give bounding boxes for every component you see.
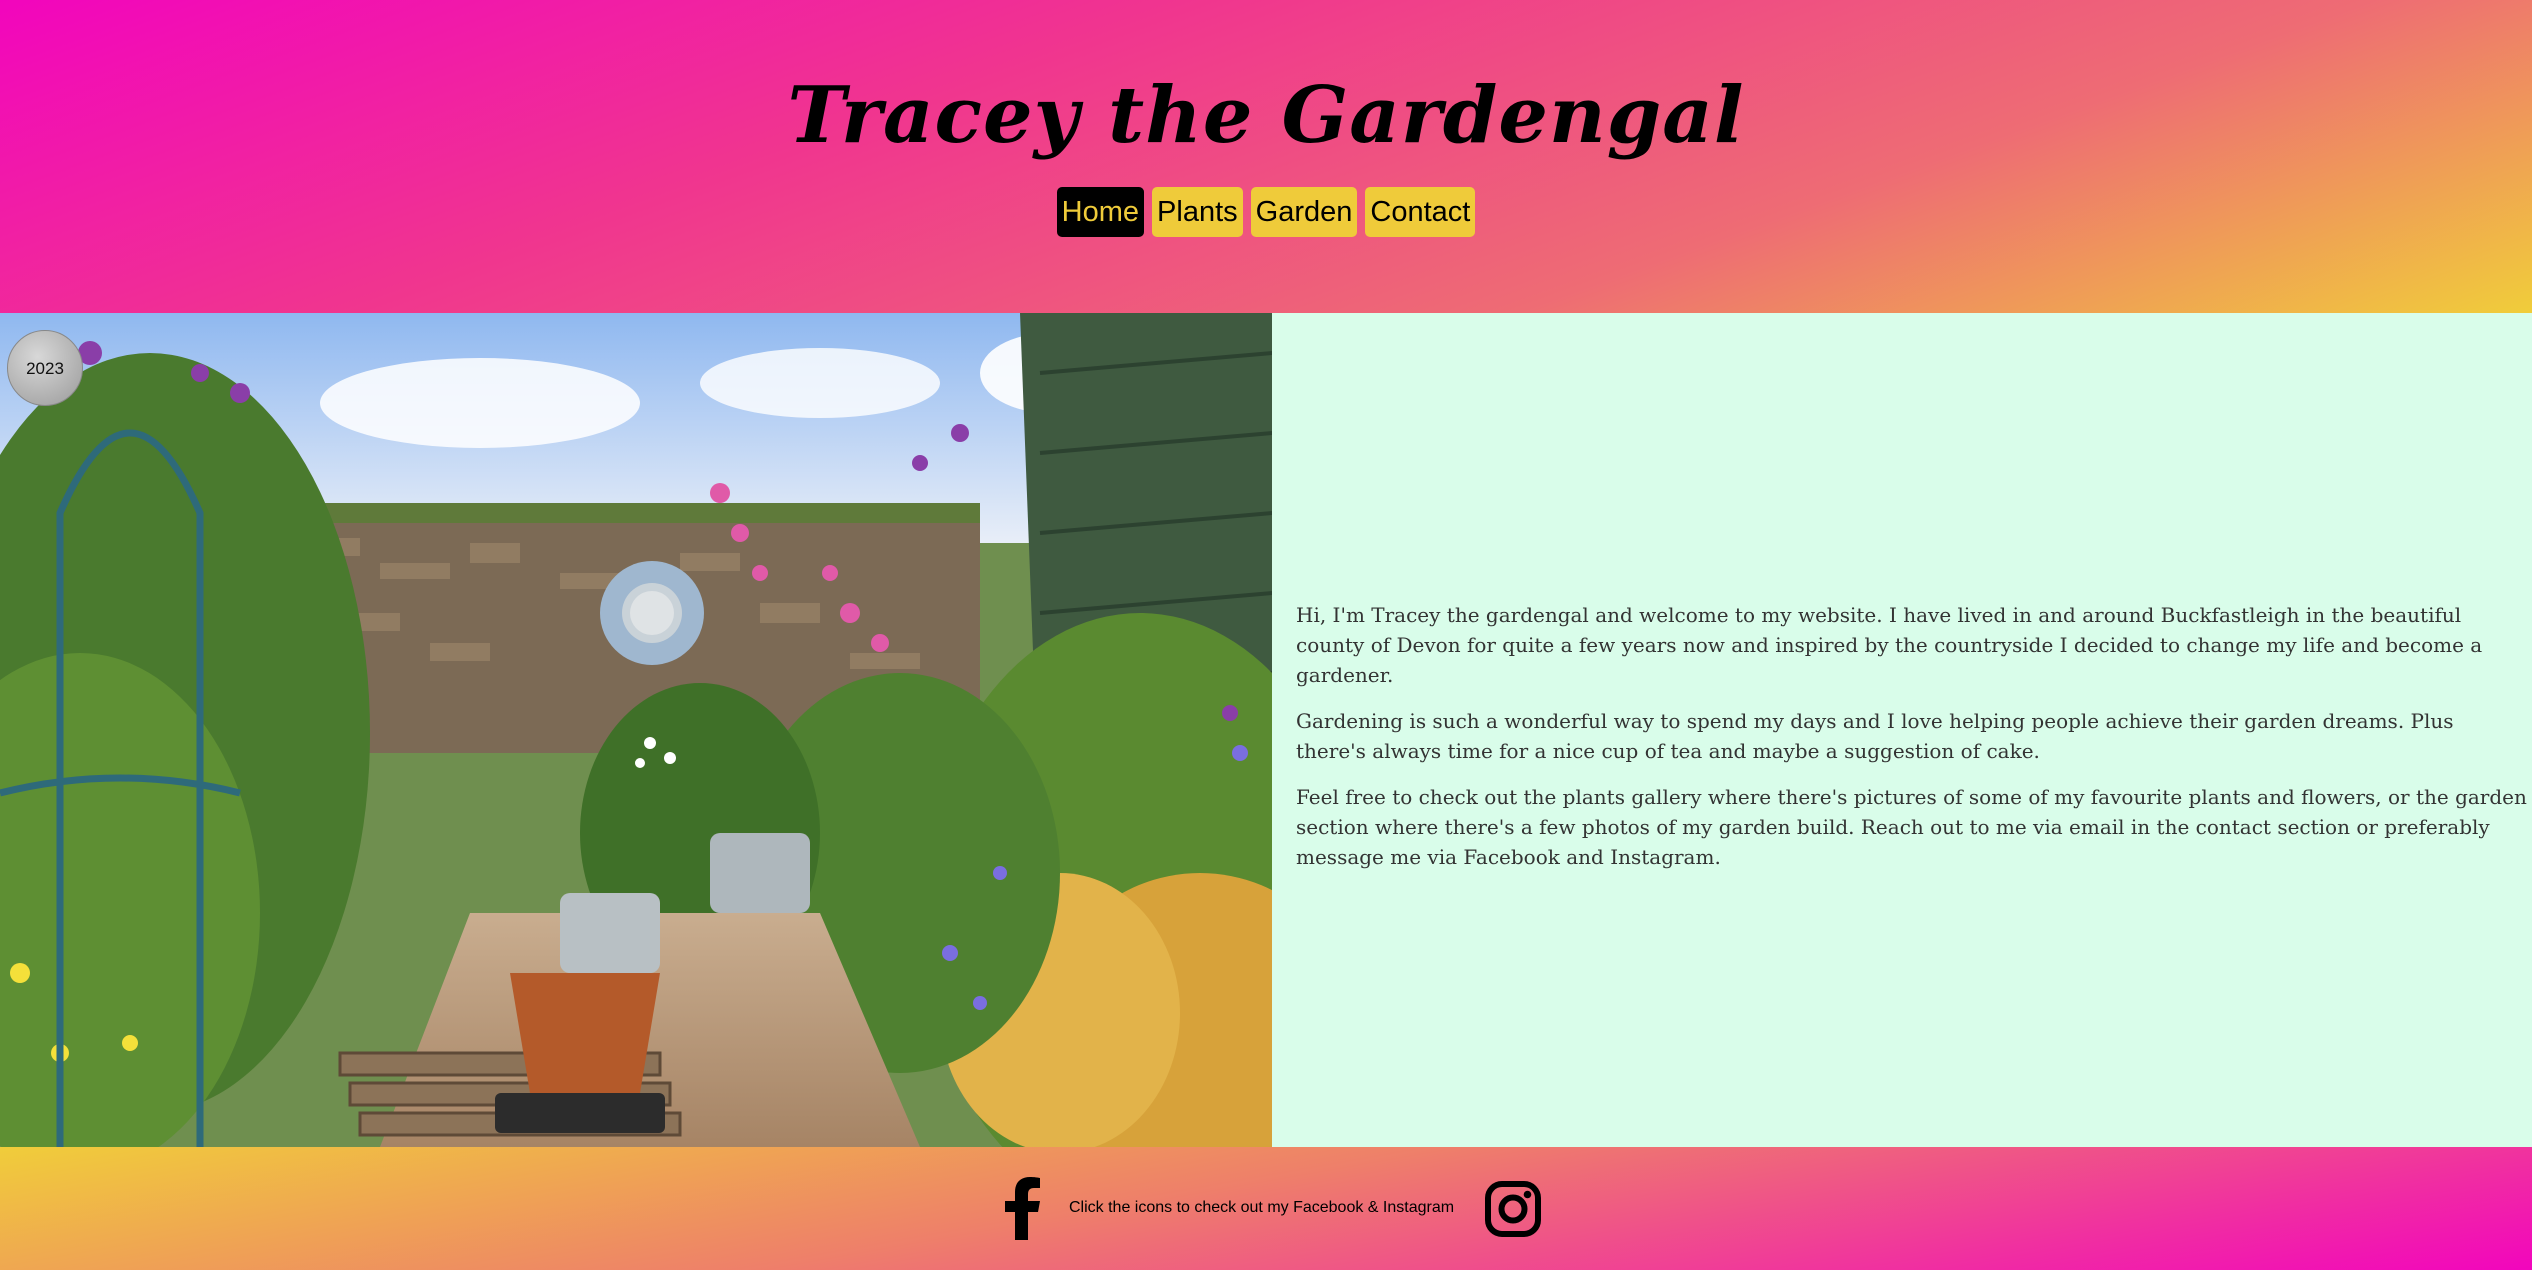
year-badge: 2023	[7, 330, 83, 406]
intro-paragraph: Hi, I'm Tracey the gardengal and welcome…	[1296, 603, 2483, 687]
main-nav: Home Plants Garden Contact	[0, 187, 2532, 237]
site-title: Tracey the Gardengal	[787, 70, 1745, 161]
nav-plants[interactable]: Plants	[1152, 187, 1243, 237]
intro-paragraph: Gardening is such a wonderful way to spe…	[1296, 709, 2454, 763]
footer-text: Click the icons to check out my Facebook…	[1069, 1199, 1455, 1216]
nav-home[interactable]: Home	[1056, 187, 1145, 237]
nav-contact[interactable]: Contact	[1365, 187, 1476, 237]
nav-garden[interactable]: Garden	[1250, 187, 1358, 237]
garden-photo	[0, 313, 1272, 1147]
intro-paragraph: Feel free to check out the plants galler…	[1296, 785, 2527, 869]
intro-panel: Hi, I'm Tracey the gardengal and welcome…	[1272, 313, 2532, 1147]
garden-photo-illustration	[0, 313, 1272, 1147]
instagram-icon[interactable]	[1484, 1180, 1542, 1238]
intro-text: Hi, I'm Tracey the gardengal and welcome…	[1296, 600, 2528, 888]
facebook-icon[interactable]	[996, 1176, 1046, 1240]
site-header: Tracey the Gardengal Home Plants Garden …	[0, 0, 2532, 313]
